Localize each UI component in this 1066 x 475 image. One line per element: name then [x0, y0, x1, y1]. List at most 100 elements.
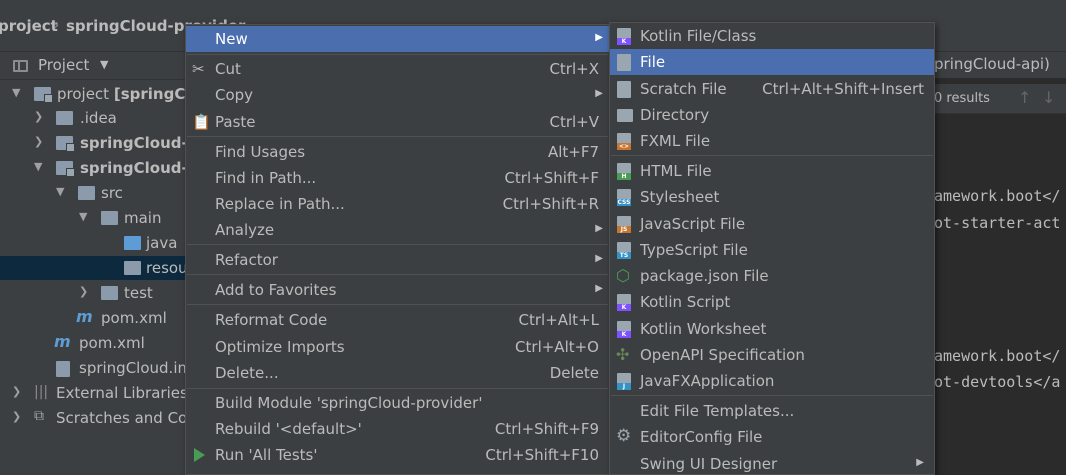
tree-item-iml[interactable]: springCloud.iml	[0, 356, 186, 380]
submenu-item-javafx-application[interactable]: J JavaFXApplication	[610, 368, 934, 394]
menu-item-label: Run 'All Tests'	[215, 446, 318, 464]
menu-item-find-in-path[interactable]: Find in Path... Ctrl+Shift+F	[186, 165, 609, 191]
menu-item-copy[interactable]: Copy ▶	[186, 82, 609, 108]
menu-separator	[187, 304, 608, 305]
file-icon	[617, 54, 631, 71]
tree-item-pom-root[interactable]: m pom.xml	[0, 331, 186, 355]
submenu-item-label: HTML File	[640, 162, 712, 180]
submenu-item-label: Directory	[640, 106, 710, 124]
submenu-item-label: TypeScript File	[640, 241, 748, 259]
tree-item-resources[interactable]: resources	[0, 256, 186, 280]
submenu-item-kotlin-file[interactable]: K Kotlin File/Class	[610, 23, 934, 49]
tree-item-label: springCloud-provider	[80, 159, 186, 177]
chevron-down-icon[interactable]: ▼	[56, 185, 64, 198]
arrow-down-icon[interactable]: ↓	[1042, 88, 1055, 107]
submenu-item-javascript-file[interactable]: JS JavaScript File	[610, 211, 934, 237]
menu-item-new[interactable]: New ▶	[186, 26, 609, 52]
tree-item-project[interactable]: ▼ project [springCloud	[0, 82, 186, 106]
menu-item-add-to-favorites[interactable]: Add to Favorites ▶	[186, 277, 609, 303]
menu-item-rebuild[interactable]: Rebuild '<default>' Ctrl+Shift+F9	[186, 416, 609, 442]
chevron-right-icon[interactable]: ❯	[34, 110, 43, 123]
submenu-item-file[interactable]: File	[610, 49, 934, 75]
tree-item-src[interactable]: ▼ src	[0, 181, 186, 205]
submenu-item-swing-ui-designer[interactable]: Swing UI Designer ▶	[610, 451, 934, 475]
menu-item-label: Find in Path...	[215, 169, 317, 187]
chevron-down-icon[interactable]: ▼	[34, 160, 42, 173]
menu-item-replace-in-path[interactable]: Replace in Path... Ctrl+Shift+R	[186, 191, 609, 217]
submenu-item-kotlin-worksheet[interactable]: K Kotlin Worksheet	[610, 316, 934, 342]
tree-item-pom-provider[interactable]: m pom.xml	[0, 306, 186, 330]
chevron-down-icon[interactable]: ▼	[79, 210, 87, 223]
folder-icon	[101, 211, 118, 225]
kotlin-worksheet-icon: K	[617, 321, 631, 338]
menu-item-optimize-imports[interactable]: Optimize Imports Ctrl+Alt+O	[186, 334, 609, 360]
project-panel-title[interactable]: Project	[38, 56, 89, 74]
submenu-item-shortcut: Ctrl+Alt+Shift+Insert	[762, 80, 924, 98]
module-folder-icon	[56, 161, 75, 177]
menu-item-shortcut: Ctrl+Alt+L	[518, 311, 600, 329]
submenu-item-html-file[interactable]: H HTML File	[610, 158, 934, 184]
submenu-item-scratch-file[interactable]: Scratch File Ctrl+Alt+Shift+Insert	[610, 76, 934, 102]
submenu-item-fxml-file[interactable]: <> FXML File	[610, 128, 934, 154]
tree-item-scratches[interactable]: ❯ ⧉ Scratches and Consoles	[0, 406, 186, 430]
menu-item-run-all-tests[interactable]: Run 'All Tests' Ctrl+Shift+F10	[186, 442, 609, 468]
tree-item-idea[interactable]: ❯ .idea	[0, 106, 186, 130]
chevron-right-icon[interactable]: ❯	[12, 410, 21, 423]
submenu-arrow-icon: ▶	[916, 457, 924, 468]
tree-item-label: src	[101, 184, 123, 202]
menu-item-build-module[interactable]: Build Module 'springCloud-provider'	[186, 390, 609, 416]
submenu-item-editorconfig[interactable]: ⚙ EditorConfig File	[610, 424, 934, 450]
submenu-item-openapi[interactable]: ✣ OpenAPI Specification	[610, 342, 934, 368]
tree-item-label: project	[57, 85, 114, 103]
submenu-item-stylesheet[interactable]: CSS Stylesheet	[610, 184, 934, 210]
menu-item-label: Optimize Imports	[215, 338, 345, 356]
menu-item-delete[interactable]: Delete... Delete	[186, 360, 609, 386]
submenu-item-label: package.json File	[640, 267, 769, 285]
submenu-item-package-json[interactable]: ⬡ package.json File	[610, 263, 934, 289]
menu-item-cut[interactable]: ✂ Cut Ctrl+X	[186, 56, 609, 82]
new-submenu: K Kotlin File/Class File Scratch File Ct…	[609, 22, 935, 475]
menu-separator	[187, 274, 608, 275]
menu-item-reformat-code[interactable]: Reformat Code Ctrl+Alt+L	[186, 307, 609, 333]
breadcrumb-separator-icon: ›	[53, 15, 60, 34]
menu-item-shortcut: Ctrl+X	[549, 60, 599, 78]
tree-item-external-libraries[interactable]: ❯ ||| External Libraries	[0, 381, 186, 405]
tree-item-springcloud-api[interactable]: ❯ springCloud-api	[0, 131, 186, 155]
submenu-item-kotlin-script[interactable]: K Kotlin Script	[610, 289, 934, 315]
css-file-icon: CSS	[617, 189, 631, 206]
submenu-item-label: Scratch File	[640, 80, 727, 98]
menu-item-label: New	[215, 30, 248, 48]
tree-item-label: Scratches and Consoles	[56, 409, 186, 427]
tree-item-main[interactable]: ▼ main	[0, 206, 186, 230]
arrow-up-icon[interactable]: ↑	[1018, 88, 1031, 107]
menu-item-paste[interactable]: 📋 Paste Ctrl+V	[186, 109, 609, 135]
resources-folder-icon	[124, 261, 141, 275]
chevron-right-icon[interactable]: ❯	[12, 385, 21, 398]
submenu-item-directory[interactable]: Directory	[610, 102, 934, 128]
chevron-down-icon[interactable]: ▼	[100, 58, 108, 71]
menu-item-label: Cut	[215, 60, 241, 78]
project-tree: ▼ project [springCloud ❯ .idea ❯ springC…	[0, 80, 186, 475]
submenu-item-label: Swing UI Designer	[640, 455, 778, 473]
menu-item-refactor[interactable]: Refactor ▶	[186, 247, 609, 273]
openapi-icon: ✣	[616, 345, 630, 364]
submenu-item-label: OpenAPI Specification	[640, 346, 805, 364]
submenu-item-label: FXML File	[640, 132, 711, 150]
kotlin-script-icon: K	[617, 294, 631, 311]
submenu-item-typescript-file[interactable]: TS TypeScript File	[610, 237, 934, 263]
breadcrumb-project[interactable]: project	[0, 17, 58, 35]
chevron-down-icon[interactable]: ▼	[12, 86, 20, 99]
source-folder-icon	[124, 236, 141, 250]
menu-item-find-usages[interactable]: Find Usages Alt+F7	[186, 139, 609, 165]
editor-tab[interactable]: pringCloud-api)	[934, 52, 1066, 78]
menu-item-analyze[interactable]: Analyze ▶	[186, 217, 609, 243]
tree-item-test[interactable]: ❯ test	[0, 281, 186, 305]
submenu-item-edit-file-templates[interactable]: Edit File Templates...	[610, 398, 934, 424]
chevron-right-icon[interactable]: ❯	[34, 135, 43, 148]
tree-item-label: java	[146, 234, 178, 252]
menu-item-label: Copy	[215, 86, 254, 104]
tree-item-springcloud-provider[interactable]: ▼ springCloud-provider	[0, 156, 186, 180]
chevron-right-icon[interactable]: ❯	[79, 285, 88, 298]
submenu-item-label: EditorConfig File	[640, 428, 763, 446]
tree-item-java[interactable]: java	[0, 231, 186, 255]
